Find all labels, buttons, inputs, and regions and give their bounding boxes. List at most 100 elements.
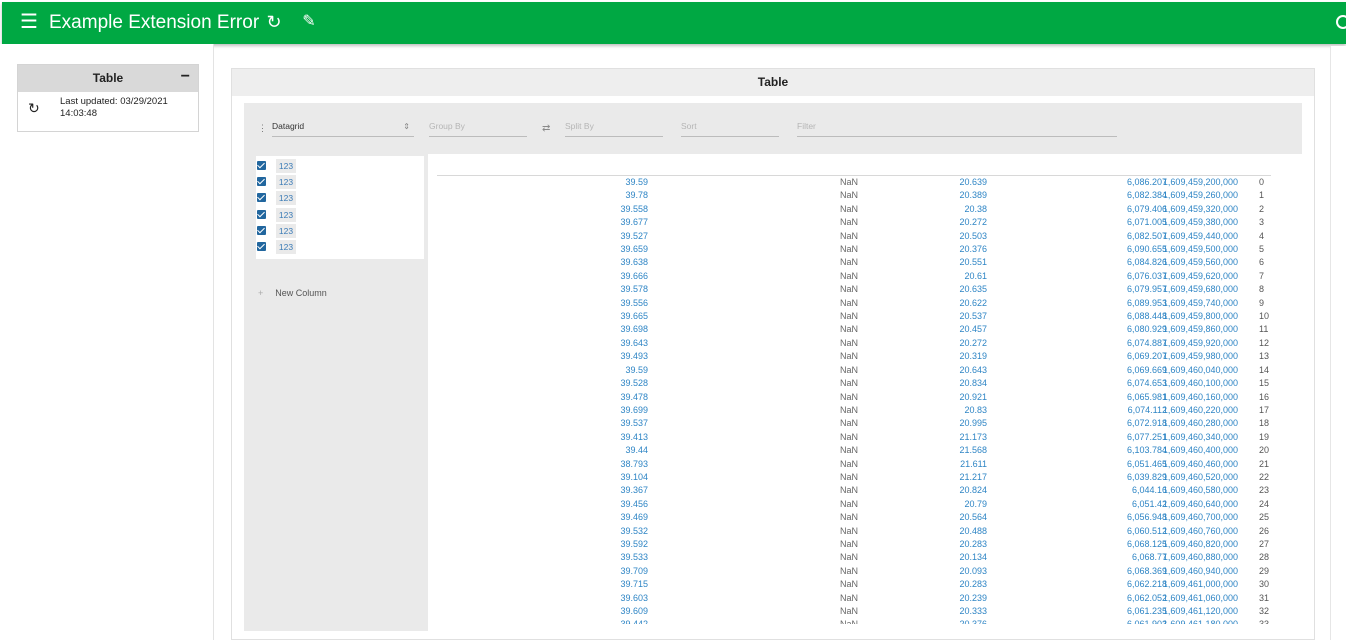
edit-icon[interactable]: ✎ bbox=[299, 12, 319, 32]
column-type-badge[interactable]: 123 bbox=[276, 191, 296, 206]
group-by-field[interactable]: Group By bbox=[429, 117, 527, 137]
table-row[interactable]: 39.638 NaN 20.551 6,084.826 1,609,459,560,00… bbox=[437, 256, 1271, 269]
table-row[interactable]: 39.59 NaN 20.639 6,086.207 1,609,459,200,000… bbox=[437, 176, 1271, 189]
table-row[interactable]: 38.793 NaN 21.611 6,051.465 1,609,460,460,00… bbox=[437, 458, 1271, 471]
column-item[interactable]: 123 bbox=[256, 207, 424, 223]
column-item[interactable]: 123 bbox=[256, 174, 424, 190]
split-by-field[interactable]: Split By bbox=[565, 117, 663, 137]
collapse-button[interactable]: − bbox=[181, 68, 190, 86]
table-cell: 20.61 bbox=[964, 270, 987, 281]
table-row[interactable]: 39.643 NaN 20.272 6,074.887 1,609,459,920,00… bbox=[437, 337, 1271, 350]
table-row[interactable]: 39.478 NaN 20.921 6,065.981 1,609,460,160,00… bbox=[437, 391, 1271, 404]
table-cell: 6,072.918 bbox=[1126, 418, 1167, 429]
table-row[interactable]: 39.44 NaN 21.568 6,103.784 1,609,460,400,000… bbox=[437, 444, 1271, 457]
table-cell: NaN bbox=[839, 337, 858, 348]
table-row[interactable]: 39.698 NaN 20.457 6,080.929 1,609,459,860,00… bbox=[437, 323, 1271, 336]
column-type-badge[interactable]: 123 bbox=[276, 223, 296, 238]
table-row[interactable]: 39.469 NaN 20.564 6,056.948 1,609,460,700,00… bbox=[437, 511, 1271, 524]
table-row[interactable]: 39.556 NaN 20.622 6,089.953 1,609,459,740,00… bbox=[437, 297, 1271, 310]
table-cell: 39.638 bbox=[620, 257, 648, 268]
table-cell: 22 bbox=[1259, 471, 1270, 482]
table-cell: NaN bbox=[839, 552, 858, 563]
column-type-badge[interactable]: 123 bbox=[276, 159, 296, 173]
table-cell: 20.79 bbox=[964, 498, 987, 509]
table-cell: 20.272 bbox=[959, 217, 987, 228]
table-row[interactable]: 39.603 NaN 20.239 6,062.052 1,609,461,060,00… bbox=[437, 592, 1271, 605]
table-row[interactable]: 39.104 NaN 21.217 6,039.829 1,609,460,520,00… bbox=[437, 471, 1271, 484]
plugin-select[interactable]: Datagrid ⇕ bbox=[272, 117, 414, 137]
table-row[interactable]: 39.609 NaN 20.333 6,061.235 1,609,461,120,00… bbox=[437, 605, 1271, 618]
table-cell: 11 bbox=[1259, 324, 1269, 335]
table-cell: 20.622 bbox=[959, 297, 987, 308]
table-cell: NaN bbox=[839, 297, 858, 308]
table-cell: 21.611 bbox=[960, 458, 987, 469]
menu-icon[interactable]: ☰ bbox=[18, 11, 40, 33]
drag-handle-icon[interactable]: ⋮ bbox=[258, 123, 267, 134]
column-type-badge[interactable]: 123 bbox=[276, 240, 296, 254]
table-row[interactable]: 39.715 NaN 20.283 6,062.218 1,609,461,000,00… bbox=[437, 578, 1271, 591]
table-row[interactable]: 39.527 NaN 20.503 6,082.507 1,609,459,440,00… bbox=[437, 230, 1271, 243]
table-cell: 6,080.929 bbox=[1126, 324, 1167, 335]
table-row[interactable]: 39.532 NaN 20.488 6,060.512 1,609,460,760,00… bbox=[437, 525, 1271, 538]
refresh-icon[interactable]: ↻ bbox=[28, 101, 40, 115]
column-item[interactable]: 123 bbox=[256, 223, 424, 239]
table-row[interactable]: 39.442 NaN 20.376 6,061.9031,609,461,180,00… bbox=[437, 618, 1271, 624]
search-icon[interactable] bbox=[1334, 14, 1346, 32]
table-cell: NaN bbox=[839, 418, 858, 429]
table-row[interactable]: 39.493 NaN 20.319 6,069.207 1,609,459,980,00… bbox=[437, 350, 1271, 363]
column-item[interactable]: 123 bbox=[256, 239, 424, 255]
table-row[interactable]: 39.699 NaN 20.83 6,074.112 1,609,460,220,000… bbox=[437, 404, 1271, 417]
column-checkbox[interactable] bbox=[257, 177, 266, 187]
table-cell: 6,044.16 bbox=[1131, 485, 1167, 496]
table-cell: 6,089.953 bbox=[1126, 297, 1167, 308]
column-type-badge[interactable]: 123 bbox=[276, 175, 296, 190]
table-cell: 24 bbox=[1259, 498, 1270, 509]
column-checkbox[interactable] bbox=[257, 209, 266, 219]
table-row[interactable]: 39.665 NaN 20.537 6,088.448 1,609,459,800,00… bbox=[437, 310, 1271, 323]
table-cell: 1,609,460,940,000 bbox=[1162, 565, 1238, 576]
refresh-icon[interactable]: ↻ bbox=[264, 12, 284, 32]
table-row[interactable]: 39.528 NaN 20.834 6,074.653 1,609,460,100,00… bbox=[437, 377, 1271, 390]
table-row[interactable]: 39.592 NaN 20.283 6,068.125 1,609,460,820,00… bbox=[437, 538, 1271, 551]
table-row[interactable]: 39.666 NaN 20.61 6,076.037 1,609,459,620,000… bbox=[437, 270, 1271, 283]
table-cell: 39.643 bbox=[620, 337, 648, 348]
table-cell: 6,062.052 bbox=[1126, 592, 1167, 603]
table-row[interactable]: 39.59 NaN 20.643 6,069.669 1,609,460,040,000… bbox=[437, 364, 1271, 377]
table-row[interactable]: 39.533 NaN 20.134 6,068.77 1,609,460,880,000… bbox=[437, 551, 1271, 564]
table-cell: 1,609,459,500,000 bbox=[1162, 244, 1238, 255]
datagrid[interactable]: 39.59 NaN 20.639 6,086.207 1,609,459,200,000… bbox=[437, 175, 1271, 624]
swap-icon[interactable]: ⇄ bbox=[542, 123, 550, 134]
table-row[interactable]: 39.537 NaN 20.995 6,072.918 1,609,460,280,00… bbox=[437, 417, 1271, 430]
column-item[interactable]: 123 bbox=[256, 158, 424, 174]
table-cell: 6 bbox=[1259, 257, 1265, 268]
table-cell: 1,609,460,580,000 bbox=[1162, 485, 1238, 496]
scrollbar[interactable] bbox=[1330, 46, 1346, 640]
table-cell: 1 bbox=[1259, 190, 1265, 201]
column-type-badge[interactable]: 123 bbox=[276, 207, 296, 222]
table-row[interactable]: 39.367 NaN 20.824 6,044.16 1,609,460,580,000… bbox=[437, 484, 1271, 497]
table-row[interactable]: 39.558 NaN 20.38 6,079.406 1,609,459,320,000… bbox=[437, 203, 1271, 216]
column-item[interactable]: 123 bbox=[256, 190, 424, 206]
table-cell: 1,609,461,180,000 bbox=[1163, 618, 1238, 624]
new-column-button[interactable]: + New Column bbox=[258, 288, 327, 298]
table-row[interactable]: 39.78 NaN 20.389 6,082.384 1,609,459,260,000… bbox=[437, 189, 1271, 202]
table-cell: 39.592 bbox=[620, 538, 648, 549]
table-cell: 1,609,460,400,000 bbox=[1162, 445, 1238, 456]
sort-field[interactable]: Sort bbox=[681, 117, 779, 137]
table-row[interactable]: 39.456 NaN 20.79 6,051.42 1,609,460,640,000 2… bbox=[437, 498, 1271, 511]
table-cell: 30 bbox=[1259, 579, 1270, 590]
column-checkbox[interactable] bbox=[257, 193, 266, 203]
table-cell: 17 bbox=[1259, 404, 1270, 415]
table-cell: 6,074.112 bbox=[1127, 404, 1167, 415]
table-row[interactable]: 39.413 NaN 21.173 6,077.251 1,609,460,340,00… bbox=[437, 431, 1271, 444]
table-row[interactable]: 39.677 NaN 20.272 6,071.005 1,609,459,380,00… bbox=[437, 216, 1271, 229]
column-checkbox[interactable] bbox=[257, 242, 266, 251]
filter-field[interactable]: Filter bbox=[797, 117, 1117, 137]
table-row[interactable]: 39.578 NaN 20.635 6,079.957 1,609,459,680,00… bbox=[437, 283, 1271, 296]
column-checkbox[interactable] bbox=[257, 225, 266, 235]
column-checkbox[interactable] bbox=[257, 161, 266, 170]
table-cell: NaN bbox=[839, 284, 858, 295]
table-cell: 39.527 bbox=[620, 230, 648, 241]
table-row[interactable]: 39.709 NaN 20.093 6,068.369 1,609,460,940,00… bbox=[437, 565, 1271, 578]
table-row[interactable]: 39.659 NaN 20.376 6,090.655 1,609,459,500,00… bbox=[437, 243, 1271, 256]
